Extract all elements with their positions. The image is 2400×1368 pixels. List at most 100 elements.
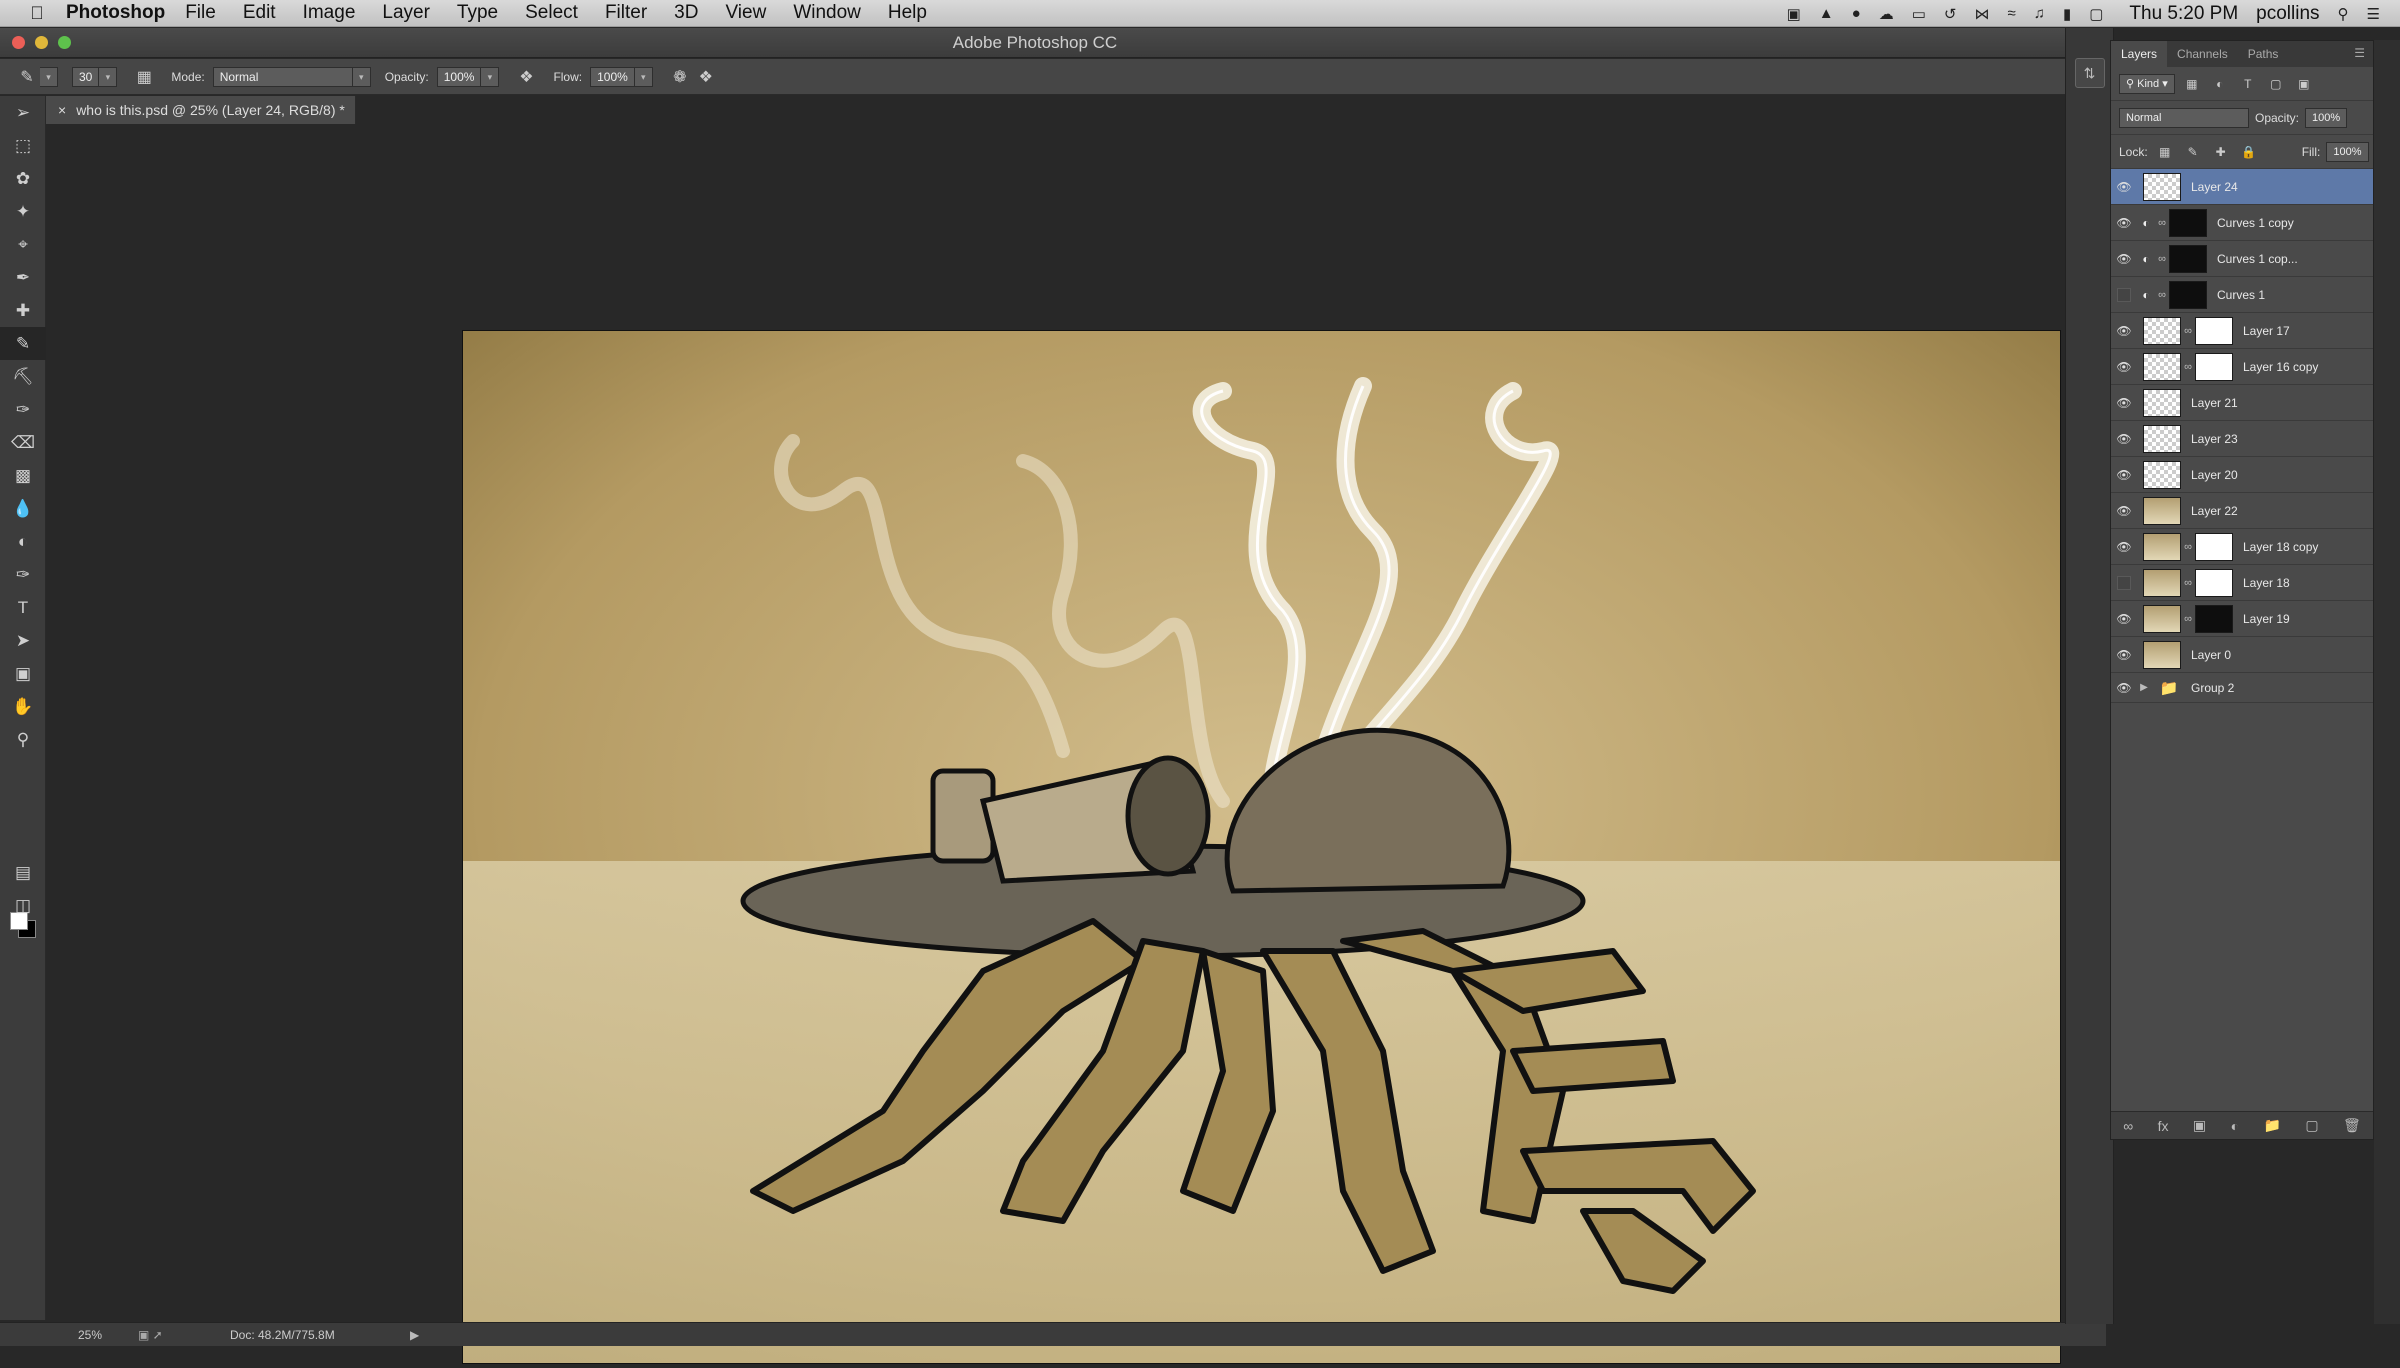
airbrush-icon[interactable]: ❁ (667, 66, 693, 88)
lock-position-icon[interactable]: ✚ (2210, 142, 2232, 162)
flow-slider-dropdown[interactable]: ▾ (634, 66, 653, 87)
link-chain-icon[interactable]: ∞ (2155, 289, 2169, 301)
visibility-eye-icon[interactable]: 👁 (2111, 396, 2137, 410)
visibility-eye-icon[interactable]: 👁 (2111, 648, 2137, 662)
volume-icon[interactable]: ♫ (2034, 5, 2045, 22)
menu-3d[interactable]: 3D (674, 2, 698, 24)
fill-field[interactable]: 100% (2326, 141, 2369, 162)
menu-clock[interactable]: Thu 5:20 PM (2129, 3, 2238, 25)
layer-mask-thumbnail[interactable] (2169, 280, 2207, 309)
new-adjustment-icon[interactable]: ◐ (2231, 1118, 2239, 1134)
panel-opacity-field[interactable]: 100% (2305, 107, 2348, 128)
brush-tool-icon[interactable]: ✎ (14, 66, 40, 88)
link-chain-icon[interactable]: ∞ (2181, 613, 2195, 625)
add-mask-icon[interactable]: ▣ (2193, 1117, 2206, 1134)
layer-row[interactable]: 👁 ∞ Layer 16 copy (2111, 349, 2373, 385)
blend-mode-select[interactable]: Normal (2119, 107, 2249, 128)
layer-row[interactable]: 👁 ◐ ∞ Curves 1 cop... (2111, 241, 2373, 277)
delete-layer-icon[interactable]: 🗑 (2343, 1117, 2361, 1134)
menu-select[interactable]: Select (525, 2, 578, 24)
visibility-eye-icon[interactable]: 👁 (2111, 612, 2137, 626)
blur-tool-icon[interactable]: 💧 (0, 492, 46, 525)
layer-row[interactable]: 👁 Layer 0 (2111, 637, 2373, 673)
lasso-tool-icon[interactable]: ✿ (0, 162, 46, 195)
flow-field[interactable]: 100% (590, 66, 635, 87)
brush-panel-toggle-icon[interactable]: ▦ (131, 66, 157, 88)
filter-kind-select[interactable]: ⚲ Kind ▾ (2119, 73, 2175, 94)
layer-row[interactable]: 👁 ∞ Layer 17 (2111, 313, 2373, 349)
layer-mask-thumbnail[interactable] (2195, 604, 2233, 633)
layer-mask-thumbnail[interactable] (2195, 316, 2233, 345)
tool-preset-dropdown[interactable]: ▾ (40, 66, 58, 87)
history-panel-icon[interactable]: ⇅ (2074, 58, 2105, 88)
time-machine-icon[interactable]: ↺ (1944, 5, 1957, 23)
visibility-toggle-off[interactable] (2111, 287, 2137, 302)
menu-window[interactable]: Window (793, 2, 861, 24)
tab-layers[interactable]: Layers (2111, 41, 2168, 67)
link-chain-icon[interactable]: ∞ (2155, 217, 2169, 229)
link-layers-icon[interactable]: ∞ (2123, 1118, 2133, 1134)
screen-mode-icon[interactable]: ◫ (0, 889, 46, 922)
crop-tool-icon[interactable]: ⌖ (0, 228, 46, 261)
layer-row[interactable]: 👁 Layer 23 (2111, 421, 2373, 457)
layer-row[interactable]: 👁 Layer 21 (2111, 385, 2373, 421)
visibility-eye-icon[interactable]: 👁 (2111, 681, 2137, 695)
link-chain-icon[interactable]: ∞ (2181, 541, 2195, 553)
lock-pixels-icon[interactable]: ✎ (2182, 142, 2204, 162)
tab-channels[interactable]: Channels (2167, 41, 2238, 67)
layer-row[interactable]: 👁 ◐ ∞ Curves 1 copy (2111, 205, 2373, 241)
layer-row[interactable]: 👁 Layer 20 (2111, 457, 2373, 493)
eraser-tool-icon[interactable]: ⌫ (0, 426, 46, 459)
menu-help[interactable]: Help (888, 2, 927, 24)
canvas-area[interactable] (47, 124, 2105, 1363)
visibility-toggle-off[interactable] (2111, 575, 2137, 590)
gradient-tool-icon[interactable]: ▩ (0, 459, 46, 492)
menu-app-name[interactable]: Photoshop (66, 2, 165, 24)
menu-layer[interactable]: Layer (382, 2, 430, 24)
quick-mask-icon[interactable]: ▤ (0, 856, 46, 889)
layer-mask-thumbnail[interactable] (2195, 532, 2233, 561)
layer-row[interactable]: 👁 Layer 24 (2111, 169, 2373, 205)
visibility-eye-icon[interactable]: 👁 (2111, 504, 2137, 518)
status-menu-arrow-icon[interactable]: ▶ (410, 1328, 419, 1342)
link-chain-icon[interactable]: ∞ (2181, 361, 2195, 373)
layer-row[interactable]: ∞ Layer 18 (2111, 565, 2373, 601)
link-chain-icon[interactable]: ∞ (2181, 577, 2195, 589)
lock-all-icon[interactable]: 🔒 (2238, 142, 2260, 162)
expand-group-icon[interactable]: ▶ (2137, 682, 2151, 693)
opacity-slider-dropdown[interactable]: ▾ (481, 66, 500, 87)
hand-tool-icon[interactable]: ✋ (0, 690, 46, 723)
healing-brush-tool-icon[interactable]: ✚ (0, 294, 46, 327)
visibility-eye-icon[interactable]: 👁 (2111, 468, 2137, 482)
screen-record-icon[interactable]: ▣ (1787, 5, 1801, 23)
new-layer-icon[interactable]: ▢ (2305, 1117, 2318, 1134)
notification-icon[interactable]: ▲ (1819, 5, 1834, 22)
mode-dropdown-icon[interactable]: ▾ (352, 66, 371, 87)
pen-tool-icon[interactable]: ✑ (0, 558, 46, 591)
layer-mask-thumbnail[interactable] (2195, 568, 2233, 597)
magic-wand-tool-icon[interactable]: ✦ (0, 195, 46, 228)
link-chain-icon[interactable]: ∞ (2181, 325, 2195, 337)
brush-picker-dropdown[interactable]: ▾ (99, 66, 118, 87)
layer-mask-thumbnail[interactable] (2169, 208, 2207, 237)
visibility-eye-icon[interactable]: 👁 (2111, 360, 2137, 374)
layer-row[interactable]: 👁 Layer 22 (2111, 493, 2373, 529)
filter-adjustment-icon[interactable]: ◐ (2209, 74, 2231, 94)
tab-paths[interactable]: Paths (2238, 41, 2289, 67)
menu-file[interactable]: File (185, 2, 216, 24)
mode-select[interactable]: Normal (212, 66, 353, 87)
menu-type[interactable]: Type (457, 2, 498, 24)
zoom-tool-icon[interactable]: ⚲ (0, 723, 46, 756)
status-share-icon[interactable]: ▣ ➚ (138, 1328, 198, 1342)
shape-tool-icon[interactable]: ▣ (0, 657, 46, 690)
sync-icon[interactable]: ● (1852, 5, 1861, 22)
visibility-eye-icon[interactable]: 👁 (2111, 432, 2137, 446)
menu-filter[interactable]: Filter (605, 2, 647, 24)
layer-row[interactable]: 👁 ∞ Layer 19 (2111, 601, 2373, 637)
clone-stamp-tool-icon[interactable]: ⛏ (0, 360, 46, 393)
link-chain-icon[interactable]: ∞ (2155, 253, 2169, 265)
path-selection-tool-icon[interactable]: ➤ (0, 624, 46, 657)
menu-user[interactable]: pcollins (2256, 3, 2319, 25)
cloud-icon[interactable]: ☁ (1879, 5, 1894, 23)
layer-row[interactable]: ◐ ∞ Curves 1 (2111, 277, 2373, 313)
